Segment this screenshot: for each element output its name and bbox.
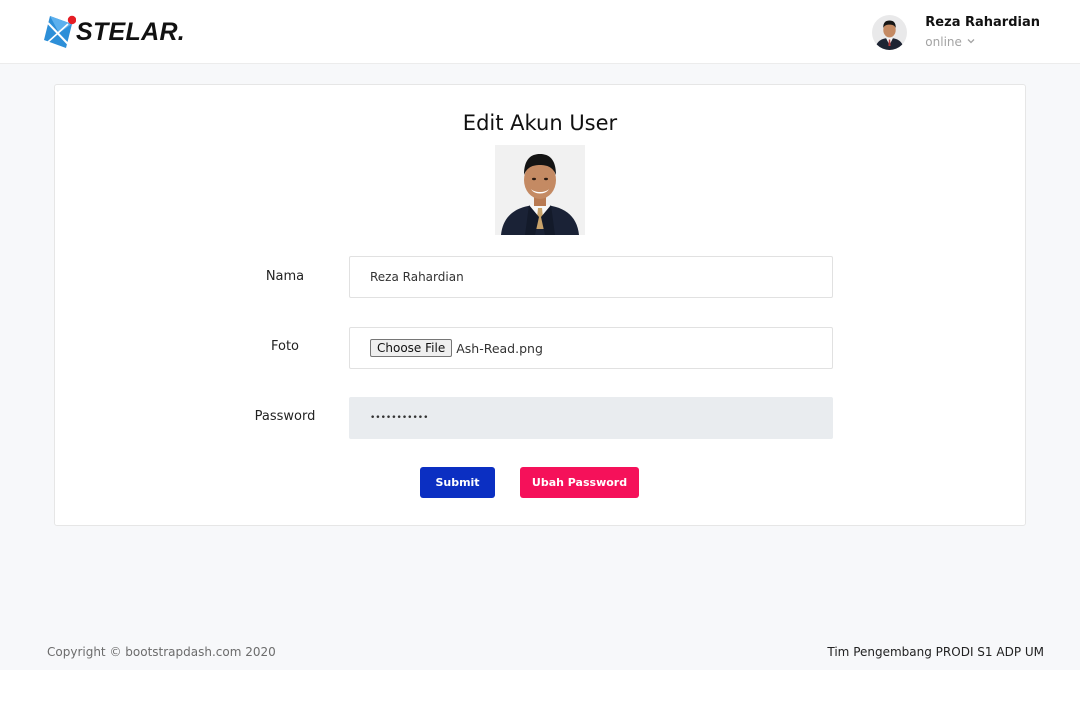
ubah-password-button[interactable]: Ubah Password <box>520 467 639 498</box>
nama-label: Nama <box>265 269 305 284</box>
profile-name: Reza Rahardian <box>925 14 1040 30</box>
password-value: ••••••••••• <box>370 413 429 423</box>
stelar-logo-icon <box>42 14 77 50</box>
choose-file-button[interactable]: Choose File <box>370 339 453 357</box>
profile-dropdown[interactable]: Reza Rahardian online <box>872 13 1040 51</box>
foto-label: Foto <box>270 339 300 354</box>
profile-info: Reza Rahardian online <box>925 14 1040 51</box>
submit-button[interactable]: Submit <box>420 467 495 498</box>
main-content: Edit Akun User Nama Reza Rahardian Foto … <box>0 64 1080 670</box>
top-navbar: STELAR. Reza Rahardian online <box>0 0 1080 64</box>
brand-logo[interactable]: STELAR. <box>42 13 185 51</box>
status-text: online <box>925 34 962 49</box>
edit-user-card: Edit Akun User Nama Reza Rahardian Foto … <box>54 84 1026 526</box>
chevron-down-icon[interactable] <box>967 33 975 51</box>
nama-input[interactable]: Reza Rahardian <box>349 256 833 298</box>
selected-file-name: Ash-Read.png <box>456 340 543 356</box>
brand-name: STELAR. <box>76 17 186 46</box>
footer-copyright: Copyright © bootstrapdash.com 2020 <box>47 645 276 659</box>
foto-file-input[interactable]: Choose File Ash-Read.png <box>349 327 833 369</box>
password-label: Password <box>254 409 316 424</box>
avatar <box>872 14 908 50</box>
profile-status: online <box>925 33 1040 51</box>
footer-credit: Tim Pengembang PRODI S1 ADP UM <box>827 645 1044 659</box>
password-input[interactable]: ••••••••••• <box>349 397 833 439</box>
user-photo <box>495 145 585 235</box>
page-title: Edit Akun User <box>462 111 618 135</box>
nama-value: Reza Rahardian <box>370 270 464 284</box>
